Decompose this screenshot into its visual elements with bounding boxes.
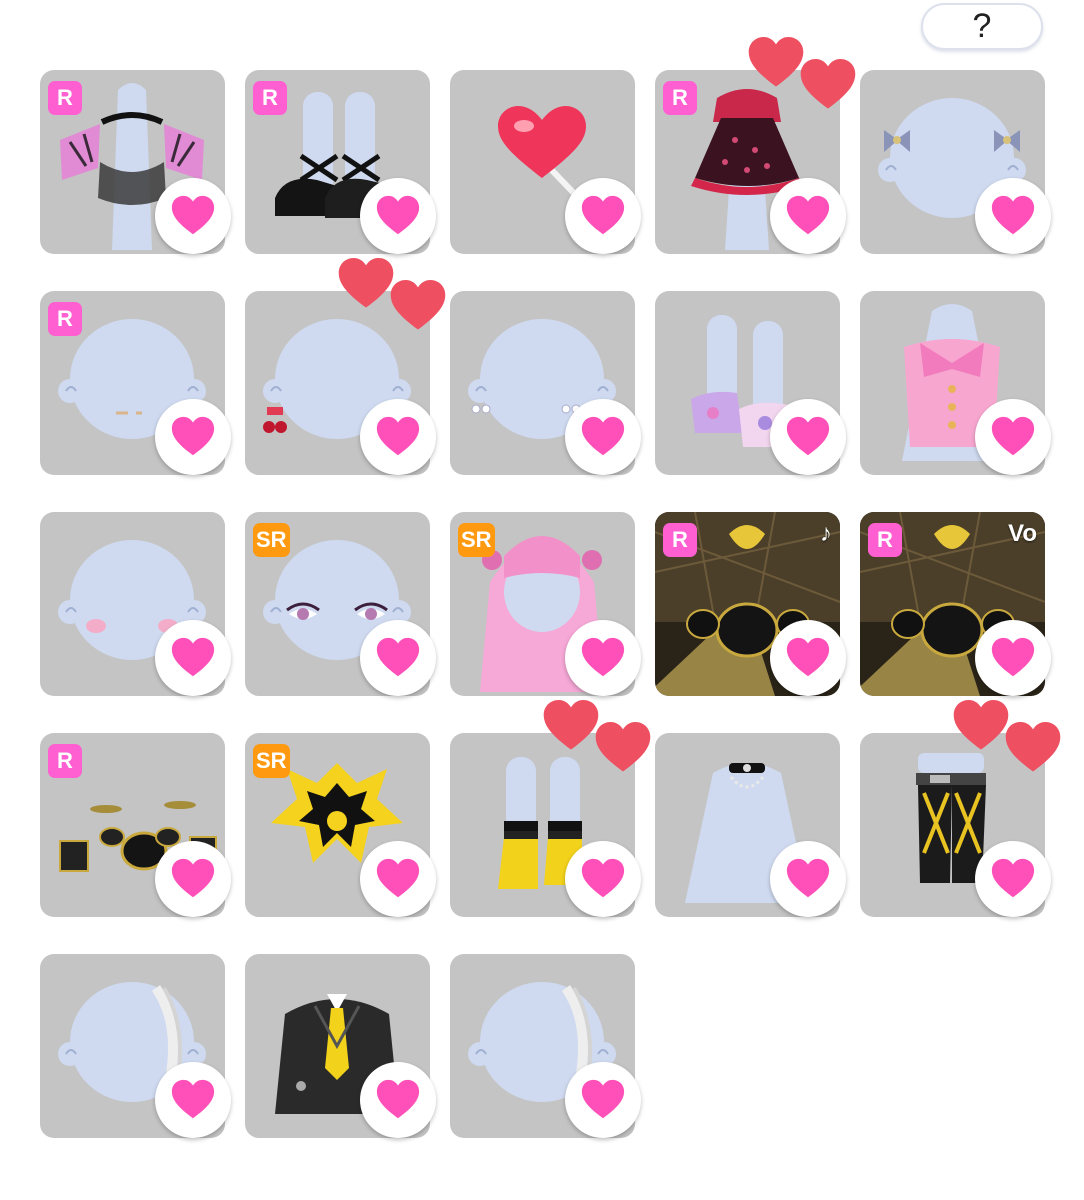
favorite-button[interactable] [975,841,1051,917]
heart-icon [784,634,832,682]
favorite-button[interactable] [975,399,1051,475]
favorite-button[interactable] [565,841,641,917]
item-card[interactable] [860,70,1051,254]
favorite-button[interactable] [770,841,846,917]
heart-icon [374,192,422,240]
favorite-button[interactable] [155,399,231,475]
favorite-button[interactable] [155,620,231,696]
heart-icon [579,192,627,240]
item-card[interactable]: R Vo [860,512,1051,696]
heart-icon [374,413,422,461]
heart-icon [989,192,1037,240]
rarity-badge: R [663,81,697,115]
item-card[interactable] [450,70,641,254]
heart-icon [169,855,217,903]
item-card[interactable] [40,512,231,696]
item-card[interactable]: SR [245,733,436,917]
heart-icon [374,634,422,682]
item-card[interactable]: SR [450,512,641,696]
item-card[interactable] [450,291,641,475]
item-card[interactable] [655,291,846,475]
item-card[interactable] [245,257,446,475]
item-card[interactable]: R [655,36,856,254]
rarity-badge: R [663,523,697,557]
item-card[interactable]: R [245,70,436,254]
rarity-badge: SR [253,523,290,557]
rarity-badge: R [48,81,82,115]
rarity-badge: R [868,523,902,557]
favorite-button[interactable] [360,178,436,254]
heart-icon [989,634,1037,682]
item-card[interactable]: R ♪ [655,512,846,696]
item-card[interactable]: SR [245,512,436,696]
item-card[interactable] [450,699,651,917]
favorite-button[interactable] [360,1062,436,1138]
heart-icon [579,855,627,903]
heart-icon [374,855,422,903]
heart-icon [579,413,627,461]
heart-icon [989,855,1037,903]
item-card[interactable]: R [40,733,231,917]
favorite-button[interactable] [565,178,641,254]
help-button-label: ? [972,7,992,45]
item-card[interactable] [860,291,1051,475]
heart-icon [784,413,832,461]
heart-icon [579,634,627,682]
heart-icon [169,634,217,682]
help-button[interactable]: ? [921,3,1043,50]
favorite-button[interactable] [770,620,846,696]
rarity-badge: SR [253,744,290,778]
heart-icon [989,413,1037,461]
heart-icon [169,413,217,461]
heart-icon [784,855,832,903]
rarity-badge: SR [458,523,495,557]
favorite-button[interactable] [155,1062,231,1138]
favorite-button[interactable] [770,399,846,475]
item-card[interactable] [40,954,231,1138]
favorite-button[interactable] [155,841,231,917]
item-grid: R R R R SR SR R ♪ R Vo R SR [40,36,1061,1150]
corner-label: Vo [1008,520,1037,547]
favorite-button[interactable] [770,178,846,254]
favorite-button[interactable] [565,1062,641,1138]
favorite-button[interactable] [975,178,1051,254]
heart-icon [784,192,832,240]
item-card[interactable]: R [40,291,231,475]
favorite-button[interactable] [360,620,436,696]
rarity-badge: R [253,81,287,115]
favorite-button[interactable] [155,178,231,254]
favorite-button[interactable] [565,620,641,696]
item-card[interactable] [450,954,641,1138]
heart-icon [579,1076,627,1124]
heart-icon [169,1076,217,1124]
rarity-badge: R [48,744,82,778]
favorite-button[interactable] [360,841,436,917]
favorite-button[interactable] [565,399,641,475]
heart-icon [374,1076,422,1124]
heart-icon [169,192,217,240]
favorite-button[interactable] [975,620,1051,696]
favorite-button[interactable] [360,399,436,475]
item-card[interactable] [655,733,846,917]
corner-label: ♪ [820,520,832,547]
rarity-badge: R [48,302,82,336]
item-card[interactable] [860,699,1061,917]
item-card[interactable]: R [40,70,231,254]
item-card[interactable] [245,954,436,1138]
